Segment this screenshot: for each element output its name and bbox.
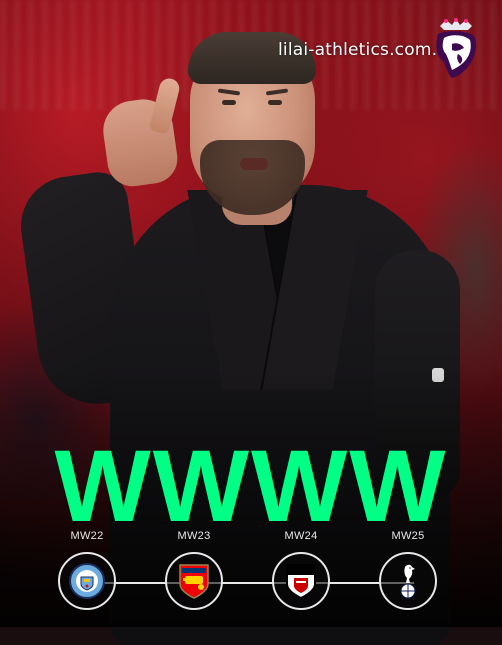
tottenham-crest-icon xyxy=(400,564,416,599)
left-eye xyxy=(222,100,236,105)
match-node-mw22 xyxy=(58,552,116,610)
fulham-crest-icon xyxy=(286,564,316,600)
results-headline: WWWW xyxy=(54,429,448,543)
matchweek-label: MW23 xyxy=(177,530,211,542)
matchweek-label: MW25 xyxy=(391,530,425,542)
right-eye xyxy=(268,100,282,105)
manchester-city-crest-icon xyxy=(69,563,105,599)
arsenal-crest-icon xyxy=(179,564,209,599)
match-timeline: MW22 MW23 MW24 MW25 xyxy=(0,530,502,620)
mouth xyxy=(240,158,268,170)
matchweek-label: MW24 xyxy=(284,530,318,542)
premier-league-lion-icon xyxy=(430,18,482,80)
matchweek-label: MW22 xyxy=(70,530,104,542)
match-node-mw23 xyxy=(165,552,223,610)
match-node-mw24 xyxy=(272,552,330,610)
pointing-finger xyxy=(148,76,182,135)
match-node-mw25 xyxy=(379,552,437,610)
timeline-line xyxy=(88,582,414,584)
